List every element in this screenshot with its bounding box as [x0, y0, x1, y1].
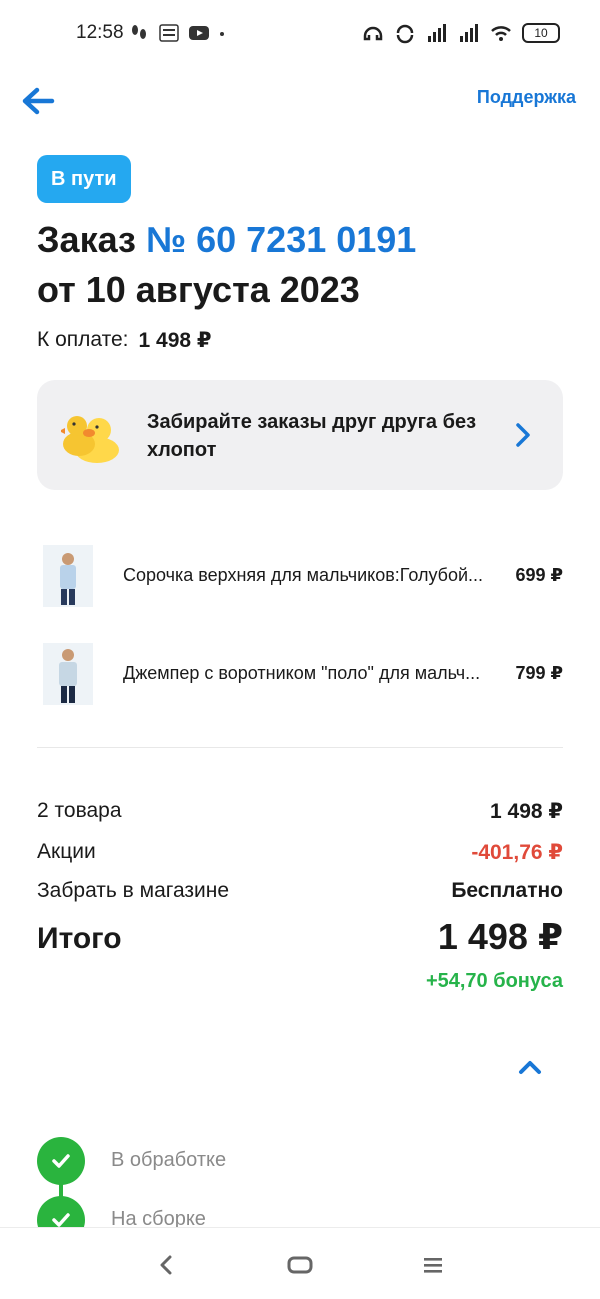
sync-icon	[396, 24, 414, 44]
steps-icon	[132, 25, 146, 39]
status-bar: 12:58 10	[0, 0, 600, 70]
items-count-label: 2 товара	[37, 799, 122, 822]
pickup-label: Забрать в магазине	[37, 879, 230, 902]
collapse-button[interactable]	[514, 1054, 546, 1080]
battery-icon: 10	[522, 23, 560, 43]
product-item[interactable]: Джемпер с воротником "поло" для мальч...…	[37, 643, 563, 713]
youtube-icon	[189, 26, 209, 40]
status-icons-right: 10	[362, 22, 560, 44]
order-title: Заказ № 60 7231 0191	[37, 218, 416, 262]
promo-discount-label: Акции	[37, 840, 96, 863]
signal-icon	[428, 24, 446, 42]
promo-text: Забирайте заказы друг друга без хлопот	[147, 411, 477, 461]
pay-amount: 1 498 ₽	[138, 329, 212, 352]
back-button[interactable]	[18, 81, 58, 121]
promo-banner[interactable]: Забирайте заказы друг друга без хлопот	[37, 380, 563, 490]
payment-row: К оплате: 1 498 ₽	[37, 328, 212, 353]
chevron-right-icon	[516, 423, 530, 447]
detmir-app-icon	[159, 24, 179, 42]
product-name: Джемпер с воротником "поло" для мальч...	[123, 663, 481, 683]
wifi-icon	[491, 26, 511, 41]
nav-back-button[interactable]	[146, 1250, 186, 1280]
arrow-left-icon	[22, 87, 55, 115]
status-icons-left	[128, 22, 226, 44]
pickup-value: Бесплатно	[451, 879, 563, 902]
nav-home-button[interactable]	[280, 1250, 320, 1280]
items-value: 1 498 ₽	[490, 800, 563, 823]
headphones-icon	[363, 26, 383, 41]
order-title-prefix: Заказ	[37, 219, 136, 260]
promo-discount-value: -401,76 ₽	[471, 841, 563, 864]
product-item[interactable]: Сорочка верхняя для мальчиков:Голубой...…	[37, 545, 563, 615]
order-number[interactable]: № 60 7231 0191	[146, 219, 416, 260]
order-status-badge: В пути	[37, 155, 131, 203]
nav-back-icon	[160, 1255, 172, 1275]
product-price: 699 ₽	[515, 565, 563, 585]
divider	[37, 747, 563, 748]
support-link[interactable]: Поддержка	[477, 87, 576, 108]
chevron-up-icon	[519, 1061, 541, 1074]
timeline-step: В обработке	[37, 1137, 563, 1185]
ducks-icon	[61, 416, 119, 463]
total-label: Итого	[37, 922, 122, 955]
signal-icon-2	[460, 24, 478, 42]
nav-menu-icon	[424, 1258, 442, 1273]
status-time: 12:58	[76, 22, 124, 43]
step-complete-icon	[37, 1137, 85, 1185]
total-value: 1 498 ₽	[437, 916, 563, 957]
order-date: от 10 августа 2023	[37, 269, 360, 310]
nav-home-icon	[287, 1256, 313, 1274]
header: Поддержка	[0, 75, 600, 125]
nav-menu-button[interactable]	[413, 1250, 453, 1280]
product-price: 799 ₽	[515, 663, 563, 683]
product-thumbnail	[43, 643, 93, 705]
more-notifications-icon	[220, 32, 224, 36]
product-name: Сорочка верхняя для мальчиков:Голубой...	[123, 565, 484, 585]
timeline-step-label: В обработке	[111, 1149, 227, 1171]
system-nav-bar	[0, 1227, 600, 1299]
pay-label: К оплате:	[37, 328, 129, 351]
bonus-points: +54,70 бонуса	[425, 970, 563, 992]
product-thumbnail	[43, 545, 93, 607]
